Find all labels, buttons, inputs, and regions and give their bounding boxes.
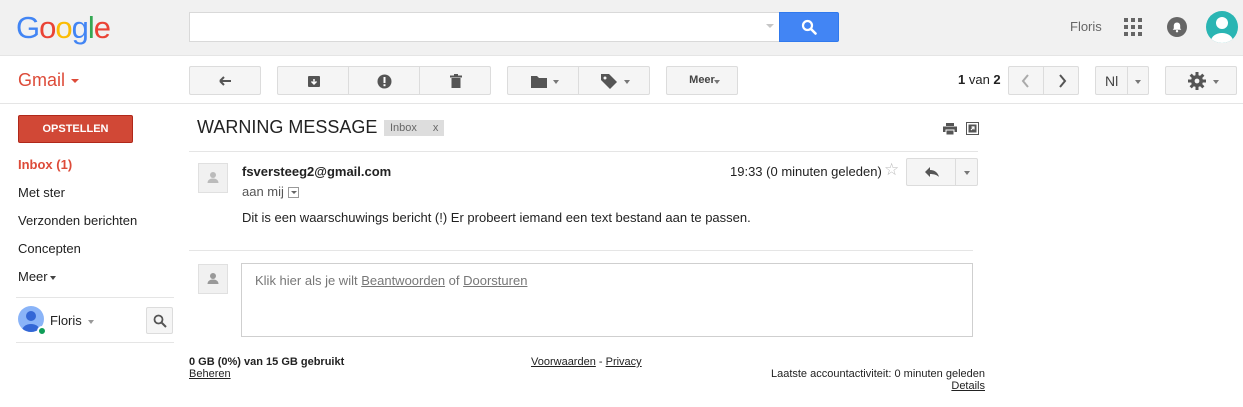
action-toolbar: Gmail Meer 1 van 2 Nl (0, 56, 1243, 104)
chevron-down-icon (624, 80, 630, 84)
sender-email[interactable]: fsversteeg2@gmail.com (242, 164, 391, 179)
gear-icon (1188, 72, 1206, 90)
chevron-down-icon (49, 275, 56, 280)
labels-button[interactable] (578, 66, 650, 95)
top-bar: Google Floris (0, 0, 1243, 56)
back-button[interactable] (189, 66, 261, 95)
footer-links: Voorwaarden - Privacy (531, 356, 642, 368)
search-button[interactable] (779, 12, 839, 42)
label-chip-inbox[interactable]: Inbox x (384, 120, 445, 136)
privacy-link[interactable]: Privacy (606, 356, 642, 368)
search-icon (153, 314, 167, 328)
spam-warning-icon (377, 74, 392, 89)
search-input[interactable] (189, 12, 780, 42)
previous-page-button[interactable] (1008, 66, 1044, 95)
chevron-down-icon (1135, 80, 1141, 84)
divider (189, 250, 973, 251)
input-language-button[interactable]: Nl (1095, 66, 1128, 95)
gmail-menu[interactable]: Gmail (18, 70, 80, 91)
manage-storage-link[interactable]: Beheren (189, 368, 231, 380)
sidebar-item-inbox[interactable]: Inbox (1) (18, 151, 173, 179)
sidebar-item-sent[interactable]: Verzonden berichten (18, 207, 173, 235)
chevron-down-icon (71, 79, 80, 84)
reply-hint: Klik hier als je wilt Beantwoorden of Do… (255, 273, 528, 288)
delete-button[interactable] (419, 66, 491, 95)
search-icon (801, 19, 817, 35)
reply-options-button[interactable] (955, 158, 978, 186)
reply-area[interactable]: Klik hier als je wilt Beantwoorden of Do… (241, 263, 973, 337)
open-new-window-icon[interactable] (966, 122, 979, 135)
account-name[interactable]: Floris (1070, 19, 1102, 34)
sidebar-item-drafts[interactable]: Concepten (18, 235, 173, 263)
divider (16, 297, 174, 298)
chevron-down-icon (87, 319, 94, 324)
folder-icon (531, 76, 547, 88)
divider (189, 151, 978, 152)
remove-label-button[interactable]: x (433, 122, 439, 134)
reply-arrow-icon (925, 167, 939, 177)
sidebar-item-more[interactable]: Meer (18, 263, 173, 291)
message-body: Dit is een waarschuwings bericht (!) Er … (242, 210, 751, 225)
archive-button[interactable] (277, 66, 349, 95)
forward-link[interactable]: Doorsturen (463, 273, 527, 288)
reply-button[interactable] (906, 158, 956, 186)
divider (16, 342, 174, 343)
search-options-icon[interactable] (766, 24, 774, 28)
page-counter: 1 van 2 (958, 72, 1001, 87)
notifications-bell-icon[interactable] (1167, 17, 1187, 37)
chevron-down-icon (553, 80, 559, 84)
archive-icon (308, 76, 320, 87)
settings-button[interactable] (1165, 66, 1237, 95)
next-page-button[interactable] (1043, 66, 1079, 95)
storage-quota: 0 GB (0%) van 15 GB gebruikt (189, 356, 345, 368)
print-icon[interactable] (943, 123, 957, 135)
compose-button[interactable]: OPSTELLEN (18, 115, 133, 143)
message-subject: WARNING MESSAGE (197, 117, 378, 137)
recipient-line: aan mij (242, 184, 299, 199)
online-status-icon (37, 326, 47, 336)
chevron-right-icon (1059, 74, 1067, 88)
sidebar-item-starred[interactable]: Met ster (18, 179, 173, 207)
apps-grid-icon[interactable] (1124, 18, 1142, 36)
trash-icon (450, 74, 462, 88)
back-arrow-icon (219, 76, 231, 86)
sender-avatar (198, 163, 228, 193)
activity-details-link[interactable]: Details (951, 380, 985, 392)
chevron-down-icon (714, 80, 720, 84)
reply-link[interactable]: Beantwoorden (361, 273, 445, 288)
show-details-icon[interactable] (287, 187, 299, 199)
chevron-down-icon (964, 171, 970, 175)
input-language-dropdown[interactable] (1127, 66, 1149, 95)
report-spam-button[interactable] (348, 66, 420, 95)
more-actions-button[interactable]: Meer (666, 66, 738, 95)
chevron-left-icon (1021, 74, 1029, 88)
sidebar-nav: Inbox (1) Met ster Verzonden berichten C… (18, 151, 173, 291)
last-activity: Laatste accountactiviteit: 0 minuten gel… (770, 368, 985, 380)
chevron-down-icon (1213, 80, 1219, 84)
my-avatar (198, 264, 228, 294)
hangouts-search-button[interactable] (146, 307, 173, 334)
terms-link[interactable]: Voorwaarden (531, 356, 596, 368)
google-logo[interactable]: Google (16, 10, 111, 46)
star-icon[interactable]: ☆ (884, 160, 899, 180)
label-tag-icon (601, 74, 617, 89)
move-to-button[interactable] (507, 66, 579, 95)
hangouts-user-menu[interactable]: Floris (50, 313, 94, 328)
account-avatar[interactable] (1206, 11, 1238, 43)
message-timestamp: 19:33 (0 minuten geleden) (730, 164, 882, 179)
